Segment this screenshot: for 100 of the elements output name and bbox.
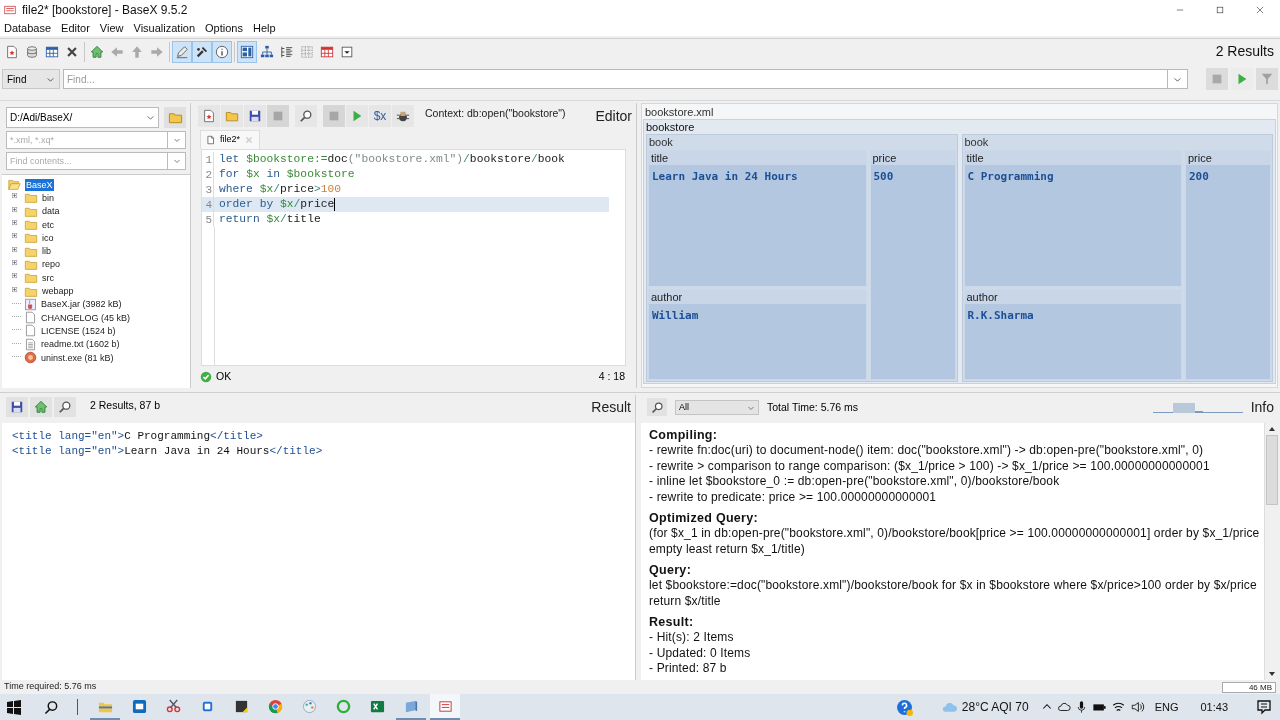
- tree-item[interactable]: BaseX: [25, 178, 54, 191]
- toolbar-button[interactable]: [212, 40, 232, 63]
- menu-item[interactable]: Help: [253, 19, 276, 37]
- app-icon: [4, 4, 16, 16]
- tree-item[interactable]: etc: [41, 218, 55, 231]
- home-icon: [34, 400, 48, 414]
- save-button[interactable]: [244, 105, 266, 127]
- code-line: order by $x/price: [218, 197, 335, 213]
- panel-title: Result: [591, 397, 632, 417]
- search-button[interactable]: [647, 398, 667, 416]
- path-text: D:/Adi/BaseX/: [10, 111, 73, 125]
- run-button[interactable]: [346, 105, 368, 127]
- info-line: - inline let $bookstore_0 := db:open-pre("bookstore.xml", 0)/bookstore/book: [649, 474, 1060, 490]
- history-dropdown-button[interactable]: [168, 152, 186, 170]
- node-value: R.K.Sharma: [966, 308, 1035, 324]
- tree-item[interactable]: bin: [41, 191, 55, 204]
- node-label: book: [963, 135, 990, 149]
- memory-meter[interactable]: 46 MB: [1222, 681, 1276, 693]
- filter-icon: [1260, 72, 1274, 86]
- find-button[interactable]: [295, 105, 317, 127]
- line-number: 5: [202, 212, 214, 227]
- document-icon: [24, 311, 37, 325]
- node-value: C Programming: [966, 169, 1055, 185]
- scissors-icon: [165, 698, 181, 714]
- content-search-field[interactable]: Find contents...: [6, 152, 168, 170]
- tree-item[interactable]: uninst.exe (81 kB): [40, 351, 115, 364]
- result-line: <title lang="en">Learn Java in 24 Hours</title>: [12, 444, 323, 458]
- code-editor[interactable]: 1 let $bookstore:=doc("bookstore.xml")/bookstore/book 2 for $x in $bookstore 3 where $x/price>100 4 order by $x/price 5 return $x/title: [201, 149, 626, 366]
- info-line: - rewrite to predicate: price >= 100.00000000000001: [649, 489, 937, 505]
- search-icon: [44, 699, 59, 715]
- info-line: - Updated: 0 Items: [649, 645, 751, 661]
- browse-button[interactable]: [164, 107, 186, 128]
- panel-title: Editor: [595, 106, 632, 126]
- tree-item[interactable]: src: [41, 271, 55, 284]
- table-icon: [45, 44, 59, 59]
- tree-item[interactable]: CHANGELOG (45 kB): [40, 311, 132, 324]
- tree-item[interactable]: webapp: [41, 285, 75, 297]
- tree-item[interactable]: repo: [41, 258, 61, 271]
- search-icon: [650, 400, 664, 414]
- editor-tab[interactable]: file2*: [200, 130, 260, 149]
- filter-field[interactable]: *.xml, *.xq*: [6, 131, 168, 149]
- installer-icon: [24, 351, 37, 364]
- tree-item[interactable]: ico: [41, 231, 55, 244]
- tree-icon: [260, 44, 274, 59]
- variables-button[interactable]: $x: [369, 105, 391, 127]
- node-label: author: [649, 290, 866, 304]
- toolbar-button[interactable]: [237, 40, 257, 63]
- toolbar-button[interactable]: [192, 40, 212, 63]
- tree-item[interactable]: LICENSE (1524 b): [40, 324, 117, 337]
- newfile-button[interactable]: [198, 105, 220, 127]
- node-label: price: [870, 151, 955, 165]
- tools-icon: [195, 44, 209, 59]
- total-time: Total Time: 5.76 ms: [767, 400, 859, 415]
- info-line: - Hit(s): 2 Items: [649, 630, 734, 646]
- layout-icon: [240, 44, 254, 59]
- mode-dropdown[interactable]: Find: [2, 69, 60, 89]
- maximize-icon: [1215, 5, 1225, 15]
- results-count: 2 Results: [1215, 42, 1275, 61]
- run-button[interactable]: [1231, 68, 1253, 90]
- path-dropdown[interactable]: D:/Adi/BaseX/: [6, 107, 159, 128]
- note-icon: [233, 698, 249, 714]
- history-dropdown-button[interactable]: [168, 131, 186, 149]
- code-line: let $bookstore:=doc("bookstore.xml")/bookstore/book: [218, 152, 565, 168]
- spreadsheet-icon: [369, 698, 385, 714]
- language-indicator[interactable]: ENG: [1154, 698, 1179, 716]
- tree-item[interactable]: readme.txt (1602 b): [40, 338, 121, 351]
- menu-item[interactable]: Options: [205, 19, 243, 37]
- menu-item[interactable]: Visualization: [133, 19, 196, 37]
- menu-item[interactable]: View: [99, 19, 124, 37]
- arrow-up-icon: [130, 44, 144, 59]
- node-label: title: [649, 151, 866, 165]
- menu-item[interactable]: Database: [4, 19, 52, 37]
- filter-dropdown[interactable]: All: [675, 400, 759, 415]
- folder-icon: [24, 231, 38, 245]
- tree-item[interactable]: BaseX.jar (3982 kB): [40, 298, 123, 311]
- envelope-icon: [131, 698, 147, 714]
- info-line: - rewrite > comparison to range comparison: ($x_1/price > 100) -> $x_1/price >= 100.00000000000001: [649, 458, 1210, 474]
- check-icon: [200, 371, 212, 383]
- grid-icon: [300, 44, 314, 59]
- search-icon: [58, 400, 72, 414]
- panel-title: Info: [1250, 397, 1275, 417]
- history-dropdown-button[interactable]: [1168, 69, 1188, 89]
- clock[interactable]: 01:43: [1200, 698, 1228, 716]
- scrollbar-thumb[interactable]: [1265, 435, 1278, 505]
- status-text: Time required: 5.76 ms: [4, 680, 97, 694]
- window-title: file2* [bookstore] - BaseX 9.5.2: [22, 2, 188, 19]
- help-icon: [895, 698, 913, 716]
- tree-item[interactable]: lib: [41, 245, 52, 258]
- debug-button[interactable]: [392, 105, 414, 127]
- node-label: bookstore.xml: [644, 105, 715, 119]
- code-line: for $x in $bookstore: [218, 167, 355, 183]
- menu-item[interactable]: Editor: [61, 19, 90, 37]
- find-field[interactable]: Find...: [63, 69, 1168, 89]
- info-line: - rewrite fn:doc(uri) to document-node() item: doc("bookstore.xml") -> db:open-pre("bookstore.xml", 0): [649, 443, 1204, 459]
- find-button[interactable]: [54, 397, 76, 417]
- tree-item[interactable]: data: [41, 205, 61, 218]
- save-button[interactable]: [6, 397, 28, 417]
- node-value: 500: [872, 169, 895, 185]
- section-heading: Query:: [649, 563, 693, 578]
- cursor-position: 4 : 18: [598, 369, 626, 385]
